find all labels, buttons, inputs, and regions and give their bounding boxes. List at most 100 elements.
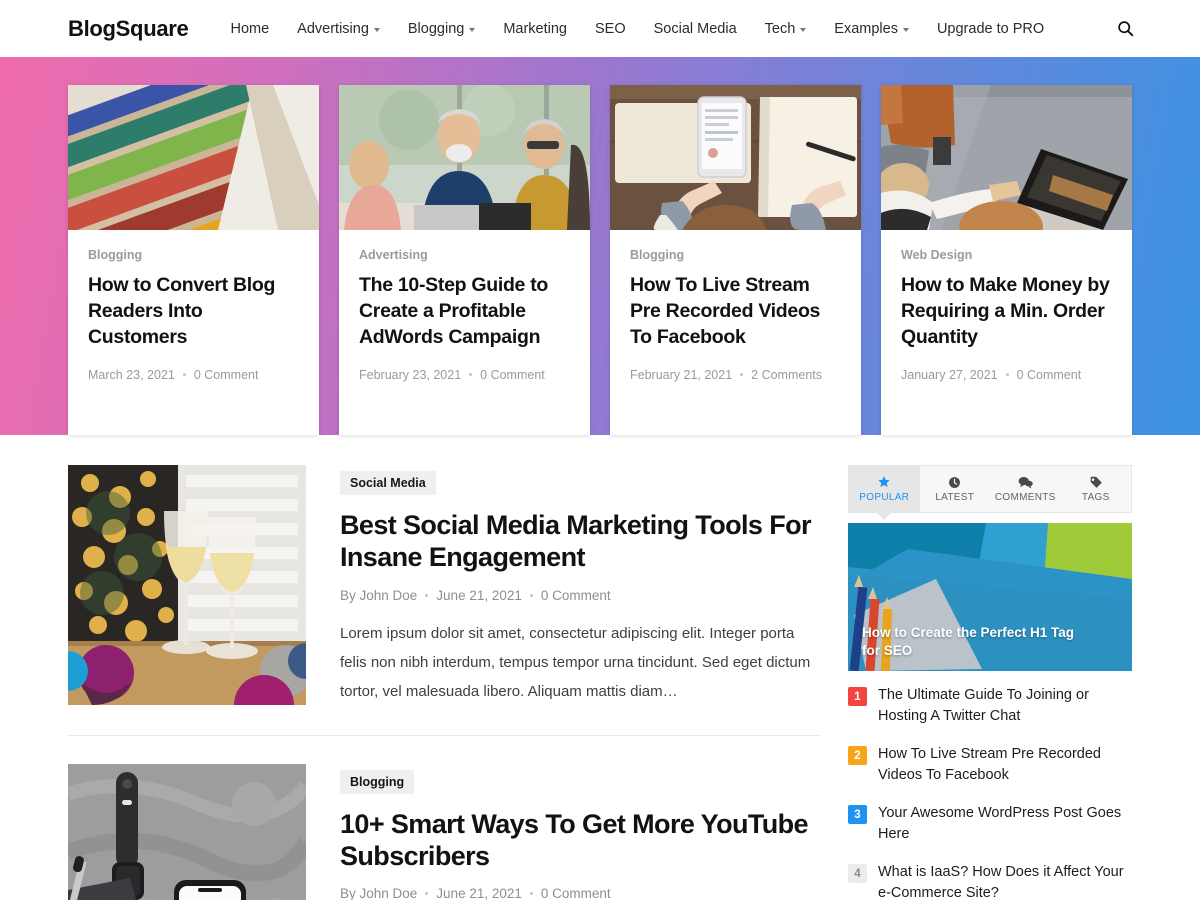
nav-item-marketing[interactable]: Marketing — [489, 21, 581, 37]
tab-popular[interactable]: POPULAR — [849, 466, 920, 512]
post-meta: By John Doe June 21, 2021 0 Comment — [340, 588, 820, 603]
nav-item-home[interactable]: Home — [216, 21, 283, 37]
tab-tags[interactable]: TAGS — [1061, 466, 1132, 512]
tab-label: TAGS — [1081, 492, 1110, 503]
list-item[interactable]: 3 Your Awesome WordPress Post Goes Here — [848, 803, 1132, 844]
featured-card-image[interactable] — [339, 85, 590, 230]
business-meeting-image — [339, 85, 590, 230]
featured-card-image[interactable] — [610, 85, 861, 230]
featured-card-meta: February 21, 2021 2 Comments — [630, 368, 841, 382]
featured-card-body: Advertising The 10-Step Guide to Create … — [339, 230, 590, 402]
featured-card-meta: January 27, 2021 0 Comment — [901, 368, 1112, 382]
list-item[interactable]: 4 What is IaaS? How Does it Affect Your … — [848, 862, 1132, 900]
featured-card-date: March 23, 2021 — [88, 367, 175, 382]
post-comments[interactable]: 0 Comment — [541, 588, 611, 603]
post-divider — [68, 734, 820, 736]
popular-posts-list: 1 The Ultimate Guide To Joining or Hosti… — [848, 685, 1132, 900]
chevron-down-icon — [902, 27, 909, 32]
separator-dot — [529, 892, 533, 896]
featured-card-meta: March 23, 2021 0 Comment — [88, 368, 299, 382]
post-category-badge[interactable]: Blogging — [340, 769, 415, 794]
post-title[interactable]: Best Social Media Marketing Tools For In… — [340, 509, 820, 574]
separator-dot — [425, 593, 429, 597]
featured-card-body: Web Design How to Make Money by Requirin… — [881, 230, 1132, 402]
nav-item-upgrade-to-pro[interactable]: Upgrade to PRO — [923, 21, 1058, 37]
featured-card-image[interactable] — [881, 85, 1132, 230]
search-icon — [1117, 21, 1133, 37]
nav-label: SEO — [595, 20, 626, 37]
separator-dot — [182, 373, 186, 377]
tab-comments[interactable]: COMMENTS — [990, 466, 1061, 512]
wine-glasses-christmas-image — [68, 465, 306, 705]
search-button[interactable] — [1112, 16, 1138, 42]
post-thumbnail[interactable] — [68, 465, 306, 705]
popular-post-title[interactable]: What is IaaS? How Does it Affect Your e-… — [878, 862, 1132, 900]
featured-card-comments[interactable]: 0 Comment — [480, 368, 545, 382]
nav-item-seo[interactable]: SEO — [581, 21, 640, 37]
sidebar-featured-post[interactable]: How to Create the Perfect H1 Tag for SEO — [848, 523, 1132, 671]
featured-card[interactable]: Blogging How To Live Stream Pre Recorded… — [610, 85, 861, 435]
post-title[interactable]: 10+ Smart Ways To Get More YouTube Subsc… — [340, 808, 820, 873]
nav-item-blogging[interactable]: Blogging — [394, 21, 489, 37]
featured-card-comments[interactable]: 2 Comments — [751, 368, 822, 382]
separator-dot — [469, 373, 473, 377]
list-item[interactable]: 2 How To Live Stream Pre Recorded Videos… — [848, 744, 1132, 785]
post-date: June 21, 2021 — [436, 886, 522, 900]
nav-item-advertising[interactable]: Advertising — [283, 21, 394, 37]
chevron-down-icon — [800, 27, 807, 32]
popular-post-title[interactable]: Your Awesome WordPress Post Goes Here — [878, 803, 1132, 844]
nav-label: Advertising — [297, 20, 369, 37]
featured-card-title[interactable]: How to Convert Blog Readers Into Custome… — [88, 273, 299, 351]
main-inner: Social Media Best Social Media Marketing… — [68, 465, 1132, 900]
post-meta: By John Doe June 21, 2021 0 Comment — [340, 886, 820, 900]
nav-label: Blogging — [407, 20, 465, 37]
featured-cards-row: Blogging How to Convert Blog Readers Int… — [68, 85, 1132, 435]
nav-label: Upgrade to PRO — [936, 20, 1045, 37]
nav-item-examples[interactable]: Examples — [820, 21, 923, 37]
featured-card-category[interactable]: Blogging — [88, 248, 299, 262]
popular-post-title[interactable]: The Ultimate Guide To Joining or Hosting… — [878, 685, 1132, 726]
featured-card[interactable]: Advertising The 10-Step Guide to Create … — [339, 85, 590, 435]
post-item: Social Media Best Social Media Marketing… — [68, 465, 820, 735]
featured-card-category[interactable]: Blogging — [630, 248, 841, 262]
nav-label: Social Media — [653, 20, 737, 37]
featured-card-image[interactable] — [68, 85, 319, 230]
featured-card-category[interactable]: Web Design — [901, 248, 1112, 262]
post-category-badge[interactable]: Social Media — [340, 471, 436, 495]
featured-card-title[interactable]: The 10-Step Guide to Create a Profitable… — [359, 273, 570, 351]
tab-label: COMMENTS — [994, 492, 1056, 503]
tab-latest[interactable]: LATEST — [920, 466, 991, 512]
separator-dot — [740, 373, 744, 377]
post-body: Social Media Best Social Media Marketing… — [340, 465, 820, 707]
nav-item-tech[interactable]: Tech — [751, 21, 821, 37]
site-logo[interactable]: BlogSquare — [68, 16, 189, 42]
featured-card[interactable]: Web Design How to Make Money by Requirin… — [881, 85, 1132, 435]
clock-icon — [948, 475, 961, 489]
featured-card-comments[interactable]: 0 Comment — [1017, 368, 1082, 382]
featured-card[interactable]: Blogging How to Convert Blog Readers Int… — [68, 85, 319, 435]
post-excerpt: Lorem ipsum dolor sit amet, consectetur … — [340, 624, 811, 701]
post-comments[interactable]: 0 Comment — [541, 886, 611, 900]
comments-icon — [1018, 475, 1033, 489]
featured-card-title[interactable]: How to Make Money by Requiring a Min. Or… — [901, 273, 1112, 351]
tab-label: LATEST — [935, 492, 975, 503]
featured-card-date: February 21, 2021 — [630, 367, 733, 382]
post-thumbnail[interactable]: FIELD NOTES — [68, 763, 306, 900]
tag-icon — [1089, 475, 1103, 489]
featured-card-title[interactable]: How To Live Stream Pre Recorded Videos T… — [630, 273, 841, 351]
featured-card-body: Blogging How To Live Stream Pre Recorded… — [610, 230, 861, 402]
main-area: Social Media Best Social Media Marketing… — [0, 435, 1200, 900]
post-list: Social Media Best Social Media Marketing… — [68, 465, 820, 900]
list-item[interactable]: 1 The Ultimate Guide To Joining or Hosti… — [848, 685, 1132, 726]
sidebar-featured-title[interactable]: How to Create the Perfect H1 Tag for SEO — [862, 624, 1092, 659]
tab-label: POPULAR — [859, 492, 910, 503]
popular-post-title[interactable]: How To Live Stream Pre Recorded Videos T… — [878, 744, 1132, 785]
post-author[interactable]: By John Doe — [340, 886, 417, 900]
main-navigation: Home Advertising Blogging Marketing SEO … — [216, 21, 1058, 37]
rank-badge: 3 — [848, 805, 867, 825]
post-author[interactable]: By John Doe — [340, 588, 417, 603]
featured-card-comments[interactable]: 0 Comment — [194, 368, 259, 382]
colored-chalk-pastels-image — [68, 85, 319, 230]
nav-item-social-media[interactable]: Social Media — [640, 21, 751, 37]
featured-card-category[interactable]: Advertising — [359, 248, 570, 262]
